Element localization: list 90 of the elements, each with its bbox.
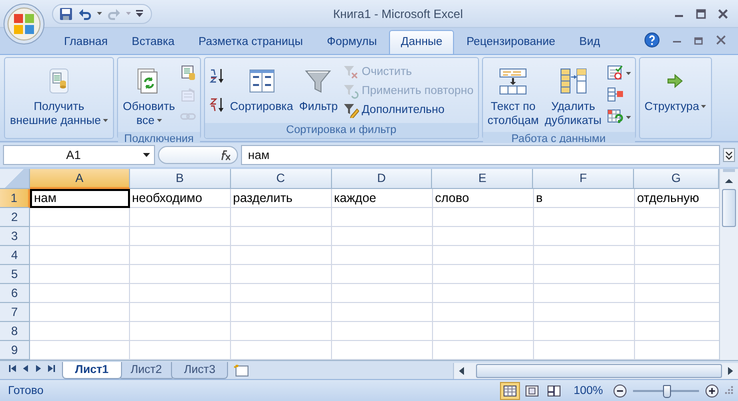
table-cell: нам xyxy=(30,189,130,208)
caret-icon[interactable] xyxy=(97,12,102,15)
normal-view-icon xyxy=(502,384,518,398)
column-header[interactable]: B xyxy=(130,169,231,189)
save-icon[interactable] xyxy=(59,6,73,20)
sort-descending-icon[interactable] xyxy=(209,96,225,113)
sort-icon xyxy=(246,67,277,95)
validation-icon[interactable] xyxy=(606,65,623,81)
ribbon-tab[interactable]: Рецензирование xyxy=(454,30,568,54)
ribbon-button[interactable]: Текст по столбцам xyxy=(486,60,541,130)
row-header[interactable]: 5 xyxy=(0,265,30,284)
ribbon-button[interactable]: Фильтр xyxy=(297,60,340,121)
clear-filter-icon xyxy=(342,64,359,80)
zoom-slider-thumb[interactable] xyxy=(663,384,671,398)
window-title: Книга1 - Microsoft Excel xyxy=(332,6,464,20)
row-header[interactable]: 3 xyxy=(0,227,30,246)
ribbon-tab[interactable]: Вид xyxy=(567,30,612,54)
horizontal-scrollbar[interactable] xyxy=(453,363,738,379)
group-label: Работа с данными xyxy=(511,133,606,145)
column-header[interactable]: G xyxy=(634,169,719,189)
row-header[interactable]: 7 xyxy=(0,303,30,322)
ribbon-tab[interactable]: Формулы xyxy=(314,30,389,54)
row-header[interactable]: 2 xyxy=(0,208,30,227)
status-text: Готово xyxy=(8,384,44,396)
caret-icon[interactable] xyxy=(626,72,631,74)
ribbon-button[interactable]: Обновить все xyxy=(120,60,177,130)
undo-icon[interactable] xyxy=(78,6,92,20)
sort-ascending-icon[interactable] xyxy=(209,68,225,84)
reapply-filter-icon xyxy=(342,82,359,98)
last-sheet-icon[interactable] xyxy=(47,364,56,372)
scroll-thumb[interactable] xyxy=(722,189,736,227)
group-label: Подключения xyxy=(124,133,194,145)
remove-duplicates-icon xyxy=(558,67,588,95)
row-header[interactable]: 1 xyxy=(0,189,30,208)
connections-icon[interactable] xyxy=(180,65,196,81)
row-header[interactable]: 6 xyxy=(0,284,30,303)
row-header[interactable]: 4 xyxy=(0,246,30,265)
scroll-right-icon[interactable] xyxy=(726,366,734,376)
column-header[interactable]: F xyxy=(533,169,634,189)
ribbon-button[interactable]: Структура xyxy=(642,60,708,121)
column-header[interactable]: C xyxy=(230,169,332,189)
zoom-out-icon[interactable] xyxy=(613,384,627,398)
restore-icon[interactable] xyxy=(694,35,704,45)
ribbon-tab[interactable]: Главная xyxy=(52,30,120,54)
first-sheet-icon[interactable] xyxy=(8,364,17,372)
advanced-filter-icon xyxy=(342,102,359,118)
close-icon[interactable] xyxy=(716,35,726,45)
previous-sheet-icon[interactable] xyxy=(21,364,30,372)
caret-icon[interactable] xyxy=(626,116,631,118)
scroll-thumb[interactable] xyxy=(476,364,722,378)
view-button[interactable] xyxy=(500,382,520,400)
table-cell: слово xyxy=(433,189,534,208)
table-cell: необходимо xyxy=(130,189,231,208)
ribbon-button[interactable]: Удалить дубликаты xyxy=(542,60,604,130)
sheet-tab[interactable]: Лист1 xyxy=(62,362,122,379)
name-box[interactable]: A1 xyxy=(3,145,155,165)
column-header[interactable]: D xyxy=(332,169,432,189)
ribbon-button[interactable]: Получить внешние данные xyxy=(8,60,110,130)
zoom-in-icon[interactable] xyxy=(705,384,719,398)
ribbon-tab[interactable]: Вставка xyxy=(120,30,187,54)
group-label: Сортировка и фильтр xyxy=(286,124,396,136)
column-header[interactable]: E xyxy=(432,169,534,189)
caret-icon xyxy=(143,153,150,157)
page-layout-icon xyxy=(524,384,540,398)
scroll-left-icon[interactable] xyxy=(458,366,466,376)
expand-icon[interactable] xyxy=(723,148,735,162)
ribbon-button[interactable]: Сортировка xyxy=(228,60,296,121)
text-to-columns-icon xyxy=(498,67,528,95)
row-header[interactable]: 8 xyxy=(0,322,30,341)
page-break-icon xyxy=(546,384,562,398)
formula-field[interactable]: нам xyxy=(241,145,720,165)
table-cell: разделить xyxy=(231,189,332,208)
ribbon-tab[interactable]: Разметка страницы xyxy=(186,30,315,54)
close-icon[interactable] xyxy=(718,8,728,18)
table-cell: в xyxy=(534,189,635,208)
customize-icon[interactable] xyxy=(136,10,143,17)
maximize-icon[interactable] xyxy=(696,8,706,18)
table-cell: каждое xyxy=(332,189,433,208)
zoom-level[interactable]: 100% xyxy=(574,384,603,396)
help-icon[interactable] xyxy=(644,32,660,48)
ribbon-tab[interactable]: Данные xyxy=(388,30,454,54)
ribbon-button[interactable]: Дополнительно xyxy=(342,102,474,118)
vertical-scrollbar[interactable] xyxy=(719,169,738,360)
sheet-tab[interactable]: Лист3 xyxy=(170,362,228,379)
split-handle[interactable] xyxy=(722,169,736,173)
insert-sheet-icon[interactable] xyxy=(232,363,250,377)
resize-grip-icon xyxy=(725,386,734,395)
next-sheet-icon[interactable] xyxy=(34,364,43,372)
row-header[interactable]: 9 xyxy=(0,341,30,360)
column-header[interactable]: A xyxy=(30,169,130,189)
